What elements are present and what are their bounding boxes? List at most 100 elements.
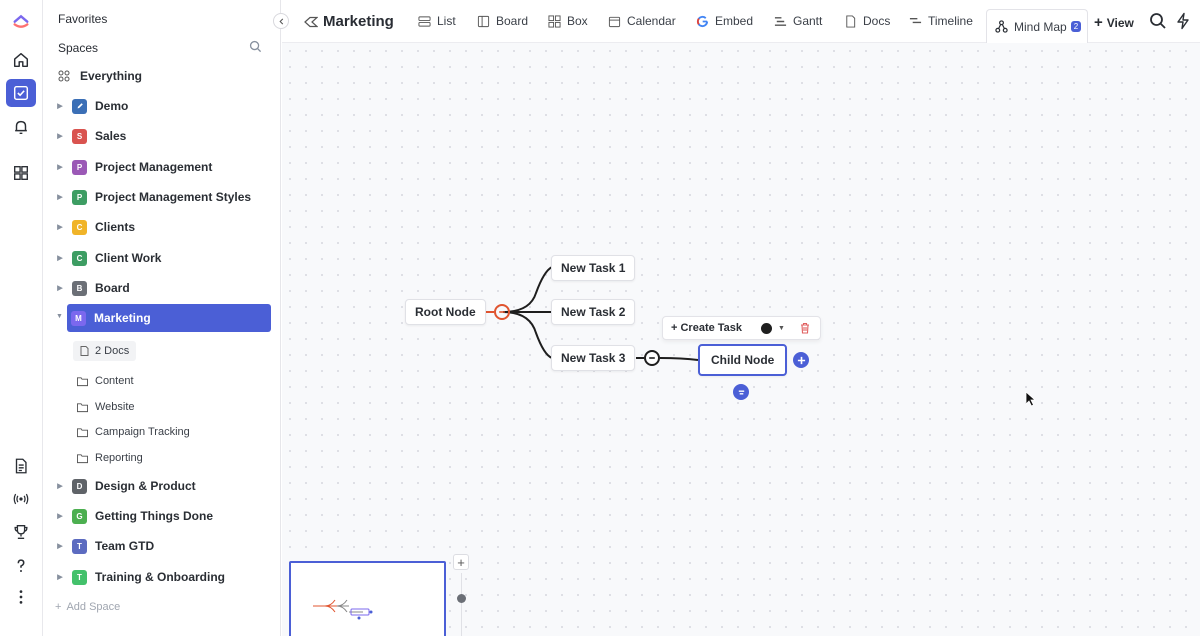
space-badge: T: [72, 538, 87, 554]
tab-mind-map[interactable]: Mind Map 2: [986, 9, 1089, 43]
folder-content[interactable]: Content: [77, 370, 134, 392]
tab-label: Mind Map: [1014, 19, 1067, 34]
tab-embed[interactable]: Embed: [696, 14, 753, 28]
folder-campaign-tracking[interactable]: Campaign Tracking: [77, 421, 190, 443]
caret-right-icon[interactable]: ▶: [53, 284, 67, 292]
caret-right-icon[interactable]: ▶: [53, 102, 67, 110]
trash-icon[interactable]: [799, 322, 811, 334]
folder-label: Website: [95, 401, 135, 413]
bell-icon[interactable]: [6, 113, 36, 141]
tab-calendar[interactable]: Calendar: [608, 14, 676, 28]
tab-label: Embed: [715, 14, 754, 28]
caret-down-icon[interactable]: ▼: [56, 313, 63, 320]
add-view-button[interactable]: + View: [1094, 14, 1134, 31]
sidebar-item-label: Design & Product: [95, 479, 196, 493]
root-node[interactable]: Root Node: [405, 299, 486, 325]
caret-right-icon[interactable]: ▶: [53, 132, 67, 140]
apps-grid-icon[interactable]: [6, 159, 36, 187]
branch-icon: [738, 389, 744, 395]
folder-icon: [77, 427, 88, 437]
clickup-logo-icon[interactable]: [6, 5, 36, 33]
caret-right-icon[interactable]: ▶: [53, 512, 67, 520]
task-node-2[interactable]: New Task 2: [551, 299, 636, 325]
child-node[interactable]: Child Node: [698, 344, 788, 376]
tab-board[interactable]: Board: [477, 14, 528, 28]
tab-timeline[interactable]: Timeline: [909, 14, 973, 28]
zoom-slider-track[interactable]: [461, 573, 462, 636]
folder-website[interactable]: Website: [77, 396, 135, 418]
docs-chip[interactable]: 2 Docs: [73, 341, 137, 361]
add-space-button[interactable]: + Add Space: [55, 601, 120, 613]
caret-right-icon[interactable]: ▶: [53, 193, 67, 201]
sidebar-space-client-work[interactable]: ▶ C Client Work: [53, 244, 271, 272]
more-vertical-icon[interactable]: [6, 583, 36, 611]
search-icon[interactable]: [1149, 12, 1167, 30]
collapse-root-button[interactable]: [494, 304, 510, 320]
icon-rail: [0, 0, 43, 636]
sidebar-item-label: Demo: [95, 99, 129, 113]
home-icon[interactable]: [6, 46, 36, 74]
caret-right-icon[interactable]: ▶: [53, 254, 67, 262]
broadcast-icon[interactable]: [6, 485, 36, 513]
docs-count: 2 Docs: [95, 345, 130, 357]
sidebar-space-demo[interactable]: ▶ Demo: [53, 92, 271, 120]
sidebar-space-marketing[interactable]: M Marketing: [67, 304, 271, 332]
tasks-icon[interactable]: [6, 79, 36, 107]
sidebar-item-label: Sales: [95, 129, 127, 143]
sidebar-space-project-management-styles[interactable]: ▶ P Project Management Styles: [53, 183, 271, 211]
mind-map-canvas[interactable]: Root Node New Task 1 New Task 2 New Task…: [282, 43, 1200, 636]
zoom-in-button[interactable]: +: [453, 554, 469, 570]
create-task-button[interactable]: + Create Task: [663, 322, 755, 334]
sidebar-space-project-management[interactable]: ▶ P Project Management: [53, 153, 271, 181]
sidebar-space-design-product[interactable]: ▶ D Design & Product: [53, 472, 271, 500]
task-node-3[interactable]: New Task 3: [551, 345, 636, 371]
minimap[interactable]: [289, 561, 446, 636]
folder-icon: [77, 376, 88, 386]
folder-label: Reporting: [95, 452, 143, 464]
minus-icon: [649, 357, 655, 359]
page-title[interactable]: Marketing: [304, 13, 394, 30]
caret-right-icon[interactable]: ▶: [53, 573, 67, 581]
sidebar-item-label: Clients: [95, 220, 136, 234]
color-picker-button[interactable]: [761, 322, 772, 334]
caret-right-icon[interactable]: ▶: [53, 482, 67, 490]
sidebar-item-label: Training & Onboarding: [95, 570, 225, 584]
sidebar-item-label: Project Management Styles: [95, 190, 252, 204]
tab-docs[interactable]: Docs: [844, 14, 890, 28]
board-icon: [477, 15, 490, 27]
caret-down-icon[interactable]: ▼: [778, 325, 785, 332]
collapse-task3-button[interactable]: [644, 350, 660, 366]
sidebar-item-label: Marketing: [94, 311, 151, 325]
help-icon[interactable]: [6, 552, 36, 580]
tab-gantt[interactable]: Gantt: [774, 14, 822, 28]
folder-icon: [77, 453, 88, 463]
sidebar-space-getting-things-done[interactable]: ▶ G Getting Things Done: [53, 502, 271, 530]
tab-list[interactable]: List: [418, 14, 456, 28]
zoom-slider-handle[interactable]: [457, 594, 466, 603]
spaces-header[interactable]: Spaces: [58, 41, 98, 55]
add-sibling-button[interactable]: [733, 384, 749, 400]
caret-right-icon[interactable]: ▶: [53, 163, 67, 171]
plus-icon: +: [55, 601, 62, 613]
collapse-sidebar-button[interactable]: [273, 13, 289, 29]
folder-reporting[interactable]: Reporting: [77, 447, 143, 469]
sidebar-space-board[interactable]: ▶ B Board: [53, 274, 271, 302]
caret-right-icon[interactable]: ▶: [53, 223, 67, 231]
favorites-header[interactable]: Favorites: [58, 12, 107, 26]
sidebar-item-everything[interactable]: Everything: [53, 62, 271, 90]
trophy-icon[interactable]: [6, 518, 36, 546]
plus-icon: [797, 356, 805, 364]
sidebar-item-label: Client Work: [95, 251, 162, 265]
sidebar-space-team-gtd[interactable]: ▶ T Team GTD: [53, 532, 271, 560]
task-node-1[interactable]: New Task 1: [551, 255, 636, 281]
add-child-button[interactable]: [793, 352, 809, 368]
tab-box[interactable]: Box: [548, 14, 588, 28]
sidebar-space-sales[interactable]: ▶ S Sales: [53, 122, 271, 150]
docs-icon[interactable]: [6, 452, 36, 480]
caret-right-icon[interactable]: ▶: [53, 542, 67, 550]
lightning-icon[interactable]: [1174, 12, 1192, 30]
tab-label: Docs: [863, 14, 891, 28]
sidebar-space-clients[interactable]: ▶ C Clients: [53, 213, 271, 241]
sidebar-space-training-onboarding[interactable]: ▶ T Training & Onboarding: [53, 563, 271, 591]
search-icon[interactable]: [249, 40, 262, 53]
